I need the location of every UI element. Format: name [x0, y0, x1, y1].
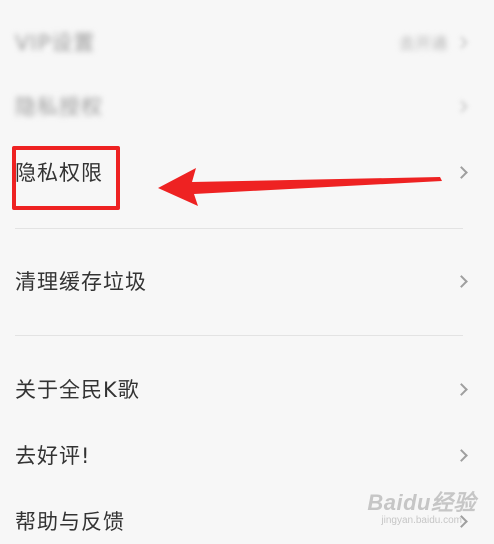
chevron-right-icon: [455, 382, 468, 396]
chevron-right-icon: [455, 35, 468, 49]
settings-row-rate-app[interactable]: 去好评!: [0, 432, 494, 478]
settings-row-label: 关于全民K歌: [15, 378, 140, 402]
section-divider: [15, 335, 463, 336]
settings-row-about[interactable]: 关于全民K歌: [0, 366, 494, 412]
settings-row-label: 隐私授权: [15, 95, 103, 119]
settings-row-clear-cache[interactable]: 清理缓存垃圾: [0, 258, 494, 304]
annotation-arrow-shape: [158, 168, 442, 206]
settings-row-label: 帮助与反馈: [15, 510, 125, 534]
chevron-right-icon: [455, 165, 468, 179]
annotation-arrow-icon: [158, 168, 442, 206]
settings-row-label: 清理缓存垃圾: [15, 270, 147, 294]
annotation-highlight-box: [12, 146, 120, 210]
chevron-right-icon: [455, 99, 468, 113]
chevron-right-icon: [455, 274, 468, 288]
baidu-watermark: Baidu经验 jingyan.baidu.com: [367, 485, 476, 526]
chevron-right-icon: [455, 448, 468, 462]
watermark-url: jingyan.baidu.com: [381, 515, 462, 526]
settings-row-privacy-auth[interactable]: 隐私授权: [0, 84, 494, 128]
settings-row-value: 去开通: [398, 34, 447, 53]
section-divider: [15, 228, 463, 229]
settings-row-vip[interactable]: VIP设置 去开通: [0, 20, 494, 64]
settings-row-label: VIP设置: [15, 31, 96, 55]
settings-row-label: 去好评!: [15, 444, 91, 468]
watermark-logo-text: Baidu经验: [367, 490, 476, 515]
